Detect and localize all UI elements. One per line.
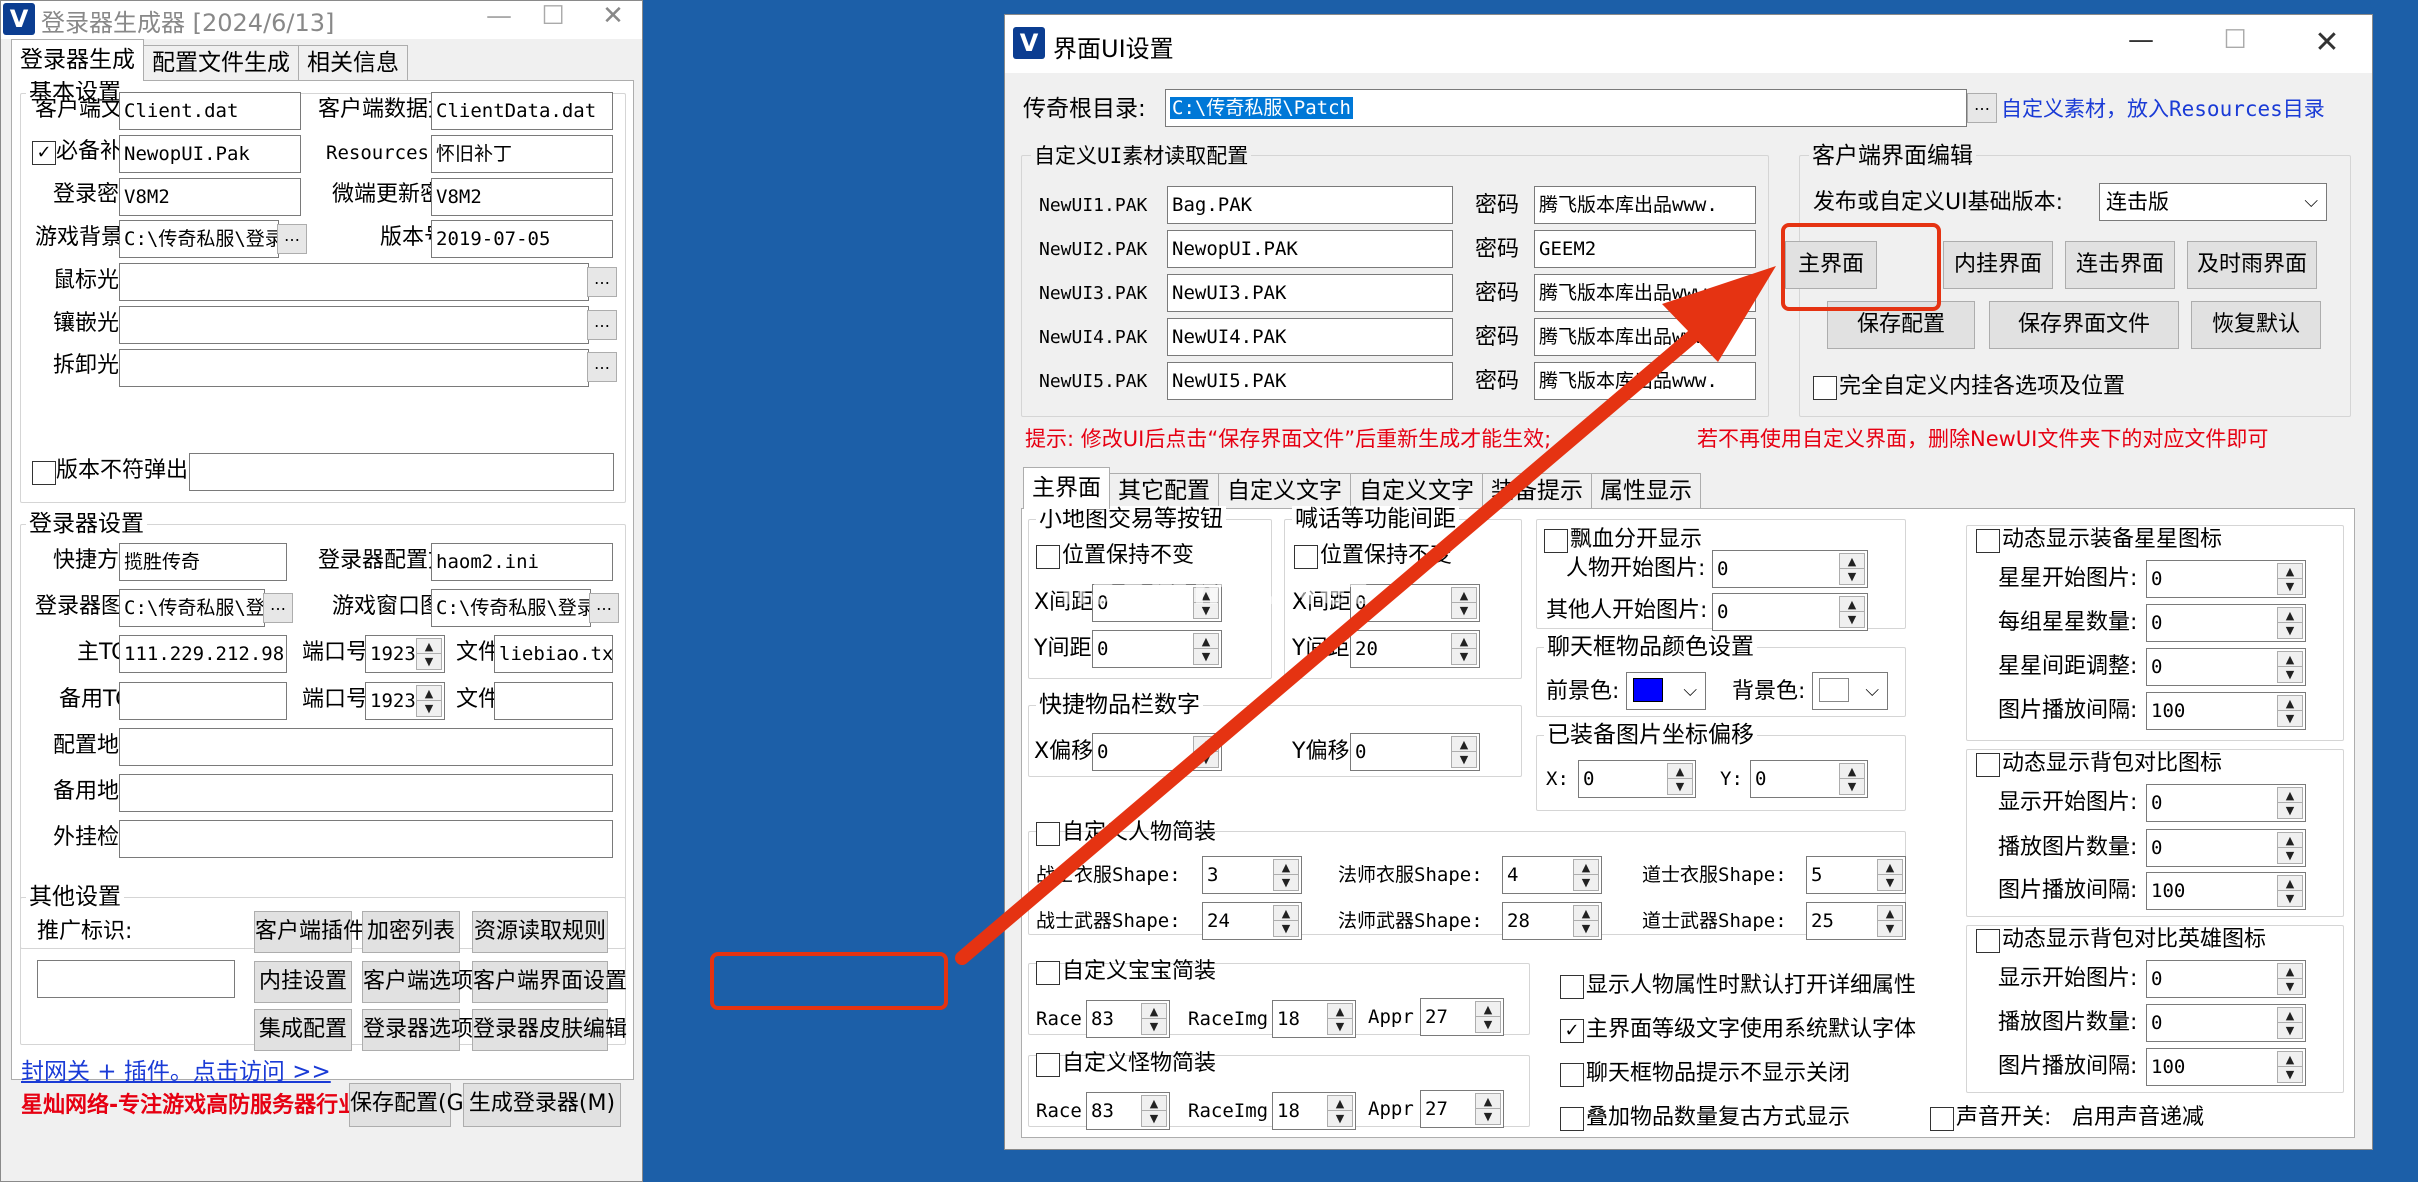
annotation-arrow-icon xyxy=(955,266,1776,965)
tab-main-ui[interactable]: 主界面 xyxy=(1023,467,1110,509)
tab-launcher[interactable]: 登录器生成 xyxy=(11,39,144,81)
